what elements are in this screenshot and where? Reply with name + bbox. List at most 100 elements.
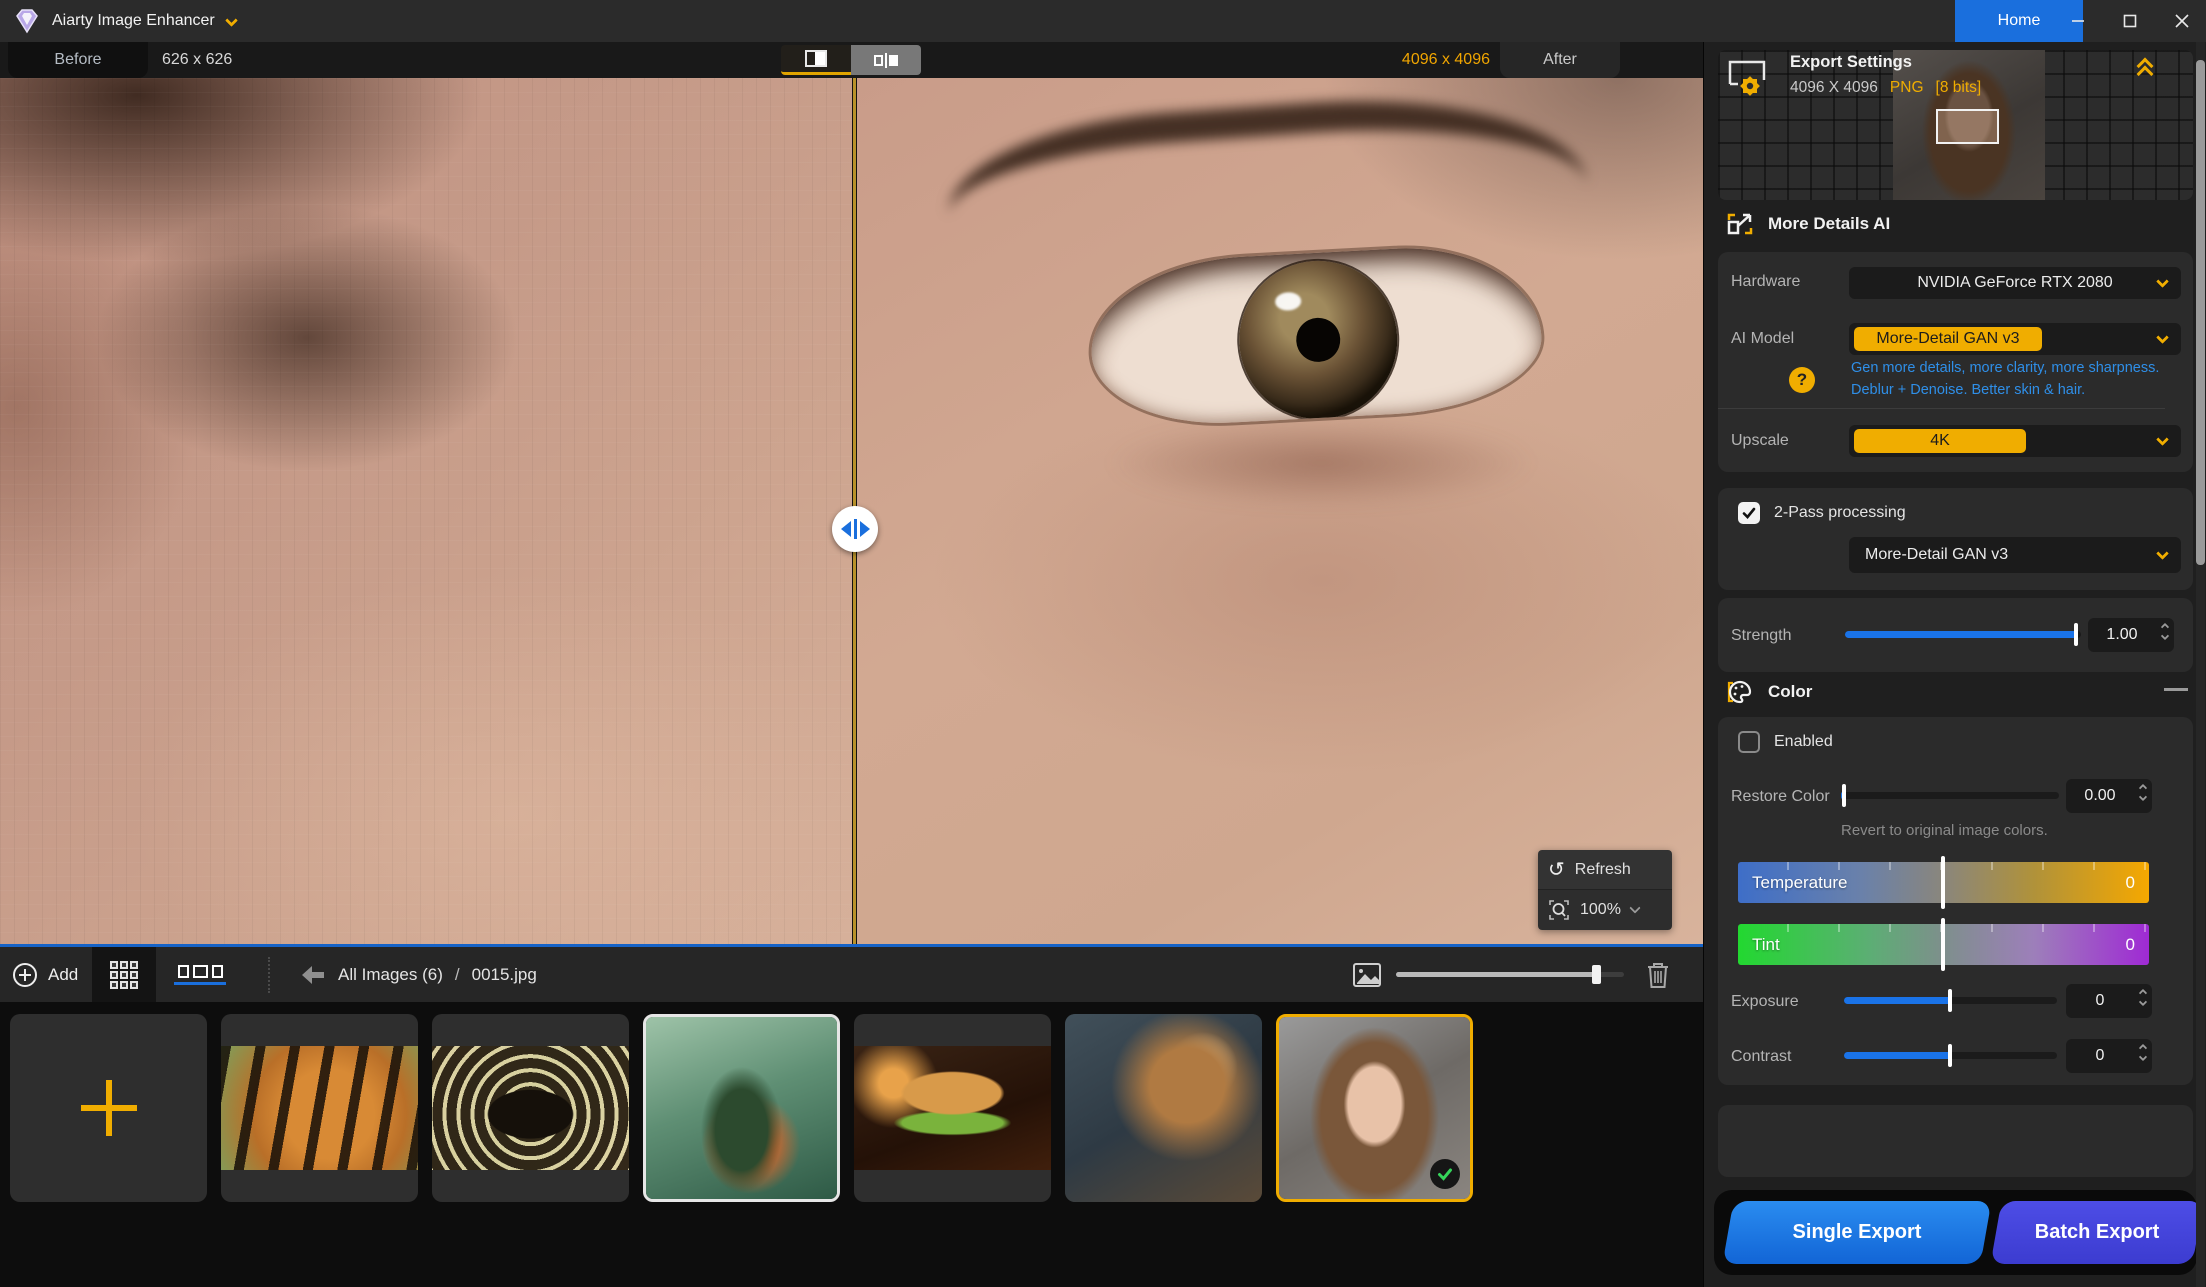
exposure-stepper[interactable] — [2140, 990, 2146, 1005]
hardware-dropdown[interactable]: NVIDIA GeForce RTX 2080 — [1849, 267, 2181, 299]
zoom-control[interactable]: 100% — [1538, 890, 1672, 930]
two-pass-model-value: More-Detail GAN v3 — [1865, 546, 2008, 564]
upscale-dropdown[interactable]: 4K — [1849, 425, 2181, 457]
navigator-view-rect[interactable] — [1936, 109, 1999, 144]
split-view-button[interactable] — [851, 45, 921, 75]
tint-slider[interactable]: Tint 0 — [1738, 924, 2149, 965]
after-tab[interactable]: After — [1500, 42, 1620, 78]
checkmark-icon — [1741, 505, 1757, 521]
exposure-label: Exposure — [1731, 993, 1799, 1011]
temperature-label: Temperature — [1752, 873, 1847, 893]
drag-right-icon — [860, 521, 870, 537]
export-collapse-button[interactable] — [2139, 60, 2151, 76]
thumbnail-add-card[interactable] — [10, 1014, 207, 1202]
tint-thumb[interactable] — [1941, 918, 1945, 971]
thumbnail-girl-portrait-selected[interactable] — [1276, 1014, 1473, 1202]
ai-model-chevron-icon — [2156, 331, 2169, 344]
add-images-button[interactable]: Add — [12, 947, 78, 1002]
zoom-level-value: 100% — [1580, 901, 1621, 919]
export-settings-card[interactable] — [1718, 1105, 2193, 1177]
add-label: Add — [48, 965, 78, 985]
contrast-stepper[interactable] — [2140, 1045, 2146, 1060]
exposure-value-box[interactable]: 0 — [2066, 984, 2152, 1018]
delete-button[interactable] — [1645, 947, 1671, 1002]
drag-left-icon — [841, 521, 851, 537]
thumbnail-steampunk-dog[interactable] — [1065, 1014, 1262, 1202]
color-palette-icon — [1726, 678, 1754, 706]
ai-model-label: AI Model — [1731, 330, 1794, 348]
upscale-chevron-icon — [2156, 433, 2169, 446]
restore-color-value: 0.00 — [2084, 787, 2115, 805]
thumbnail-tiger[interactable] — [221, 1014, 418, 1202]
ai-model-dropdown[interactable]: More-Detail GAN v3 — [1849, 323, 2181, 355]
toolbar-divider — [268, 957, 270, 993]
restore-color-label: Restore Color — [1731, 788, 1830, 806]
thumbnail-butterfly[interactable] — [432, 1014, 629, 1202]
magnifier-icon — [1548, 899, 1570, 921]
filmstrip-view-button[interactable] — [172, 959, 228, 991]
minimize-button[interactable] — [2056, 0, 2100, 42]
refresh-button[interactable]: ↺ Refresh — [1538, 850, 1672, 890]
model-description-line1: Gen more details, more clarity, more sha… — [1851, 360, 2159, 376]
batch-export-button[interactable]: Batch Export — [1996, 1201, 2198, 1264]
contrast-thumb[interactable] — [1948, 1044, 1952, 1067]
check-icon — [1436, 1165, 1454, 1183]
contrast-label: Contrast — [1731, 1048, 1791, 1066]
maximize-button[interactable] — [2108, 0, 2152, 42]
split-view-icon — [874, 53, 898, 68]
restore-color-value-box[interactable]: 0.00 — [2066, 779, 2152, 813]
temperature-thumb[interactable] — [1941, 856, 1945, 909]
contrast-slider[interactable] — [1844, 1052, 2057, 1059]
single-view-icon — [805, 50, 827, 67]
restore-color-stepper[interactable] — [2140, 785, 2146, 800]
temperature-slider[interactable]: Temperature 0 — [1738, 862, 2149, 903]
dog-image — [1065, 1014, 1262, 1202]
exposure-thumb[interactable] — [1948, 989, 1952, 1012]
exposure-slider[interactable] — [1844, 997, 2057, 1004]
app-logo-icon — [14, 8, 40, 34]
strength-slider[interactable] — [1845, 631, 2081, 638]
two-pass-model-dropdown[interactable]: More-Detail GAN v3 — [1849, 537, 2181, 573]
breadcrumb: All Images (6) / 0015.jpg — [300, 947, 537, 1002]
strength-value: 1.00 — [2106, 626, 2137, 644]
breadcrumb-all-images[interactable]: All Images (6) — [338, 965, 443, 985]
restore-color-thumb[interactable] — [1842, 784, 1846, 807]
single-view-button[interactable] — [781, 45, 851, 75]
help-icon[interactable]: ? — [1789, 367, 1815, 393]
upscale-value: 4K — [1854, 429, 2026, 453]
grid-view-button[interactable] — [92, 947, 156, 1002]
thumbnail-size-thumb[interactable] — [1592, 965, 1601, 984]
thumbnail-burger[interactable] — [854, 1014, 1051, 1202]
butterfly-image — [432, 1046, 629, 1170]
compare-divider-handle[interactable] — [832, 506, 878, 552]
strength-value-box[interactable]: 1.00 — [2088, 618, 2174, 652]
breadcrumb-separator: / — [455, 965, 460, 985]
titlebar: Aiarty Image Enhancer Home — [0, 0, 2206, 42]
strength-stepper[interactable] — [2162, 624, 2168, 639]
sidebar-scrollbar-thumb[interactable] — [2196, 60, 2205, 565]
export-bit-depth: [8 bits] — [1936, 79, 1982, 97]
filmstrip — [0, 1002, 1703, 1287]
contrast-value-box[interactable]: 0 — [2066, 1039, 2152, 1073]
before-image — [0, 78, 853, 944]
color-collapse-button[interactable] — [2164, 688, 2188, 691]
app-menu-chevron-icon[interactable] — [227, 12, 236, 30]
thumbnail-size-slider[interactable] — [1396, 972, 1624, 977]
before-tab[interactable]: Before — [8, 42, 148, 78]
thumbnail-terrarium-jar[interactable] — [643, 1014, 840, 1202]
single-export-button[interactable]: Single Export — [1728, 1201, 1986, 1264]
color-enabled-checkbox[interactable] — [1738, 731, 1760, 753]
two-pass-checkbox[interactable] — [1738, 502, 1760, 524]
back-arrow-icon[interactable] — [300, 964, 326, 986]
strength-slider-thumb[interactable] — [2074, 623, 2078, 646]
model-description-line2: Deblur + Denoise. Better skin & hair. — [1851, 382, 2085, 398]
viewer-area: Before 626 x 626 4096 x 4096 After — [0, 42, 1703, 1287]
plus-icon — [81, 1080, 137, 1136]
compare-canvas: ↺ Refresh 100% — [0, 78, 1703, 944]
terrarium-image — [646, 1017, 837, 1199]
app-window: Aiarty Image Enhancer Home Before 626 x … — [0, 0, 2206, 1287]
after-size-label: 4096 x 4096 — [1300, 42, 1490, 78]
restore-color-slider[interactable] — [1841, 792, 2059, 799]
close-button[interactable] — [2160, 0, 2204, 42]
minimize-icon — [2070, 13, 2086, 29]
